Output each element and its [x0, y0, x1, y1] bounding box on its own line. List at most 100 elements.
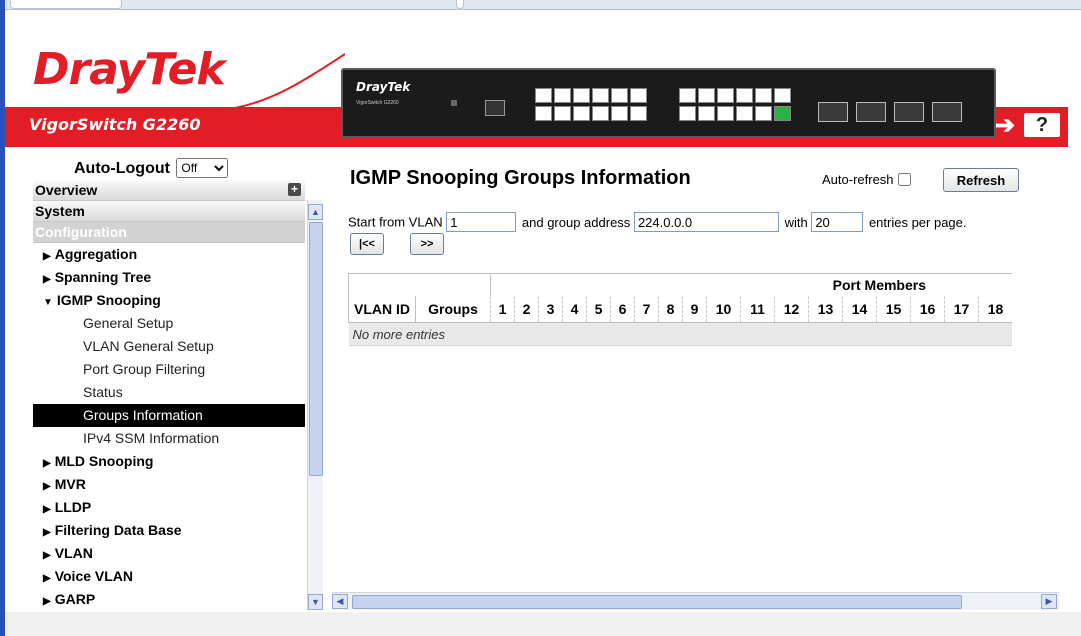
draytek-logo: DrayTek [33, 44, 226, 95]
col-port: 18 [978, 296, 1012, 323]
sidebar-menu: Overview + System Configuration ▶ Aggrega… [33, 180, 321, 610]
col-port: 17 [944, 296, 979, 323]
horizontal-scroll-thumb[interactable] [352, 595, 962, 609]
sidebar-item-lldp[interactable]: ▶ LLDP [33, 496, 305, 519]
logout-arrow-icon[interactable]: ➔ [990, 113, 1020, 139]
sidebar-item-igmp-snooping[interactable]: ▼ IGMP Snooping [33, 289, 305, 312]
collapsed-triangle-icon: ▶ [43, 274, 51, 285]
empty-table-message: No more entries [348, 322, 1012, 346]
scroll-left-icon[interactable]: ◀ [332, 594, 348, 609]
collapsed-triangle-icon: ▶ [43, 251, 51, 262]
col-port: 16 [910, 296, 945, 323]
swoosh-decoration [235, 53, 345, 109]
collapsed-triangle-icon: ▶ [43, 504, 51, 515]
expanded-triangle-icon: ▼ [43, 297, 53, 308]
page-title: IGMP Snooping Groups Information [350, 167, 691, 189]
browser-top-strip [0, 0, 1081, 10]
power-led-icon [451, 100, 457, 106]
sidebar-subitem-general-setup[interactable]: General Setup [33, 312, 305, 335]
col-port: 4 [562, 296, 587, 323]
next-page-button[interactable]: >> [410, 233, 444, 255]
start-vlan-input[interactable] [446, 212, 517, 232]
sidebar-subitem-groups-information[interactable]: Groups Information [33, 404, 305, 427]
first-page-button[interactable]: |<< [350, 233, 384, 255]
collapsed-triangle-icon: ▶ [43, 573, 51, 584]
expand-plus-icon[interactable]: + [288, 183, 301, 196]
port-members-header: Port Members [490, 273, 1012, 296]
sidebar-item-voice-vlan[interactable]: ▶ Voice VLAN [33, 565, 305, 588]
auto-logout: Auto-Logout Off [74, 158, 229, 178]
scroll-down-icon[interactable]: ▼ [308, 594, 323, 610]
col-port: 5 [586, 296, 611, 323]
sidebar-item-mld-snooping[interactable]: ▶ MLD Snooping [33, 450, 305, 473]
auto-logout-label: Auto-Logout [74, 160, 170, 177]
groups-table-container: Port Members VLAN ID Groups 1 2 3 4 5 6 … [348, 273, 1058, 593]
collapsed-triangle-icon: ▶ [43, 458, 51, 469]
col-port: 9 [682, 296, 707, 323]
help-icon[interactable]: ? [1024, 113, 1060, 137]
col-vlan-id: VLAN ID [348, 296, 416, 323]
sidebar-subitem-port-group-filtering[interactable]: Port Group Filtering [33, 358, 305, 381]
groups-table: Port Members VLAN ID Groups 1 2 3 4 5 6 … [348, 273, 1012, 346]
header-banner: DrayTek VigorSwitch G2260 DrayTek VigorS… [5, 10, 1068, 147]
collapsed-triangle-icon: ▶ [43, 527, 51, 538]
col-port: 10 [706, 296, 741, 323]
sidebar-item-aggregation[interactable]: ▶ Aggregation [33, 243, 305, 266]
col-port: 11 [740, 296, 775, 323]
collapsed-triangle-icon: ▶ [43, 550, 51, 561]
entries-per-page-input[interactable] [811, 212, 864, 232]
sidebar-subitem-vlan-general-setup[interactable]: VLAN General Setup [33, 335, 305, 358]
col-port: 6 [610, 296, 635, 323]
col-port: 2 [514, 296, 539, 323]
group-address-input[interactable] [633, 212, 779, 232]
switch-front-panel-image: DrayTek VigorSwitch G2260 [341, 68, 996, 138]
with-label: with [784, 214, 808, 230]
sidebar-item-filtering-data-base[interactable]: ▶ Filtering Data Base [33, 519, 305, 542]
refresh-button[interactable]: Refresh [943, 168, 1019, 192]
sidebar-item-vlan[interactable]: ▶ VLAN [33, 542, 305, 565]
sidebar-item-garp[interactable]: ▶ GARP [33, 588, 305, 610]
col-port: 1 [490, 296, 515, 323]
console-port-icon [485, 100, 505, 116]
sidebar-item-spanning-tree[interactable]: ▶ Spanning Tree [33, 266, 305, 289]
col-port: 13 [808, 296, 843, 323]
entries-per-page-label: entries per page. [868, 214, 967, 230]
group-address-label: and group address [521, 214, 631, 230]
sfp-ports-icon [818, 102, 962, 122]
window-bottom-area [5, 612, 1081, 636]
col-groups: Groups [415, 296, 491, 323]
ports-13-24-icon [679, 88, 791, 121]
sidebar-section-system[interactable]: System [33, 201, 305, 222]
col-port: 14 [842, 296, 877, 323]
model-name: VigorSwitch G2260 [29, 115, 201, 134]
collapsed-triangle-icon: ▶ [43, 481, 51, 492]
col-port: 12 [774, 296, 809, 323]
ports-1-12-icon [535, 88, 647, 121]
sidebar-scrollbar[interactable]: ▲ ▼ [307, 200, 323, 610]
scroll-right-icon[interactable]: ▶ [1041, 594, 1057, 609]
sidebar-subitem-status[interactable]: Status [33, 381, 305, 404]
col-port: 3 [538, 296, 563, 323]
sidebar-subitem-ipv4-ssm-information[interactable]: IPv4 SSM Information [33, 427, 305, 450]
device-logo: DrayTek [356, 80, 411, 94]
browser-tab[interactable] [10, 0, 122, 9]
start-vlan-label: Start from VLAN [348, 214, 443, 230]
header-icons: ➔ ? [990, 113, 1060, 139]
sidebar-section-overview[interactable]: Overview + [33, 180, 305, 201]
col-port: 15 [876, 296, 911, 323]
col-port: 7 [634, 296, 659, 323]
auto-refresh-label: Auto-refresh [822, 172, 894, 187]
auto-refresh-checkbox[interactable] [897, 173, 911, 186]
main-horizontal-scrollbar[interactable]: ◀ ▶ [332, 592, 1059, 610]
auto-logout-select[interactable]: Off [176, 158, 229, 178]
sidebar-scroll-thumb[interactable] [309, 222, 323, 476]
col-port: 8 [658, 296, 683, 323]
sidebar-section-configuration[interactable]: Configuration [33, 222, 305, 243]
scroll-up-icon[interactable]: ▲ [308, 204, 323, 220]
collapsed-triangle-icon: ▶ [43, 596, 51, 607]
device-model-text: VigorSwitch G2260 [356, 100, 399, 106]
filter-form: Start from VLAN and group address with e… [348, 212, 967, 232]
browser-tab-edge [456, 0, 464, 9]
sidebar-item-mvr[interactable]: ▶ MVR [33, 473, 305, 496]
auto-refresh: Auto-refresh [822, 172, 911, 187]
